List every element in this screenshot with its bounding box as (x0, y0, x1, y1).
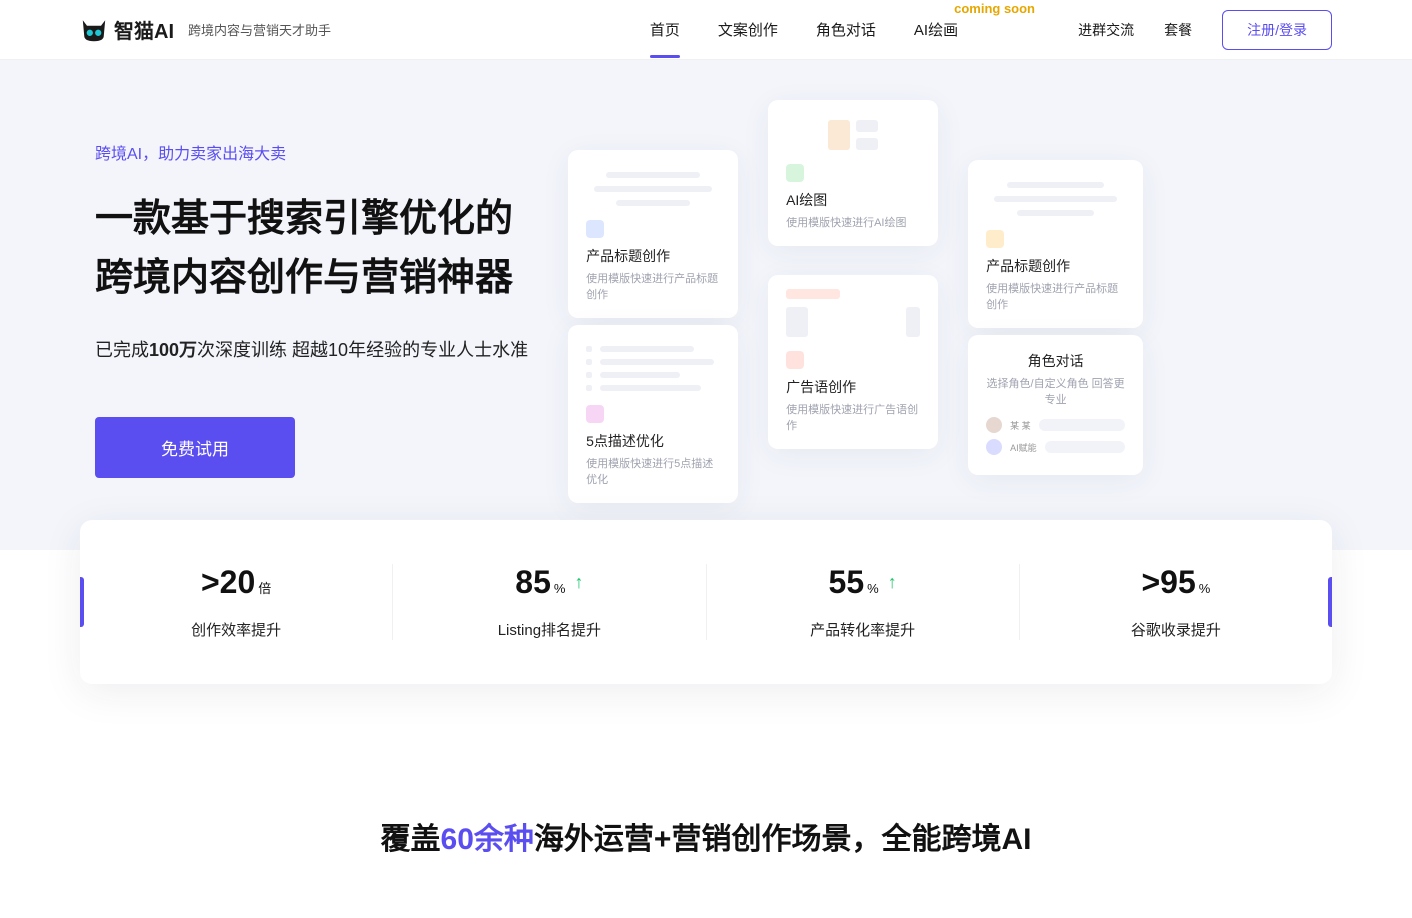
stat-number: 55 (829, 564, 865, 601)
hero-heading-line1: 一款基于搜索引擎优化的 (95, 198, 513, 240)
arrow-up-icon: ↑ (888, 572, 897, 593)
chat-row-user: 某 某 (986, 417, 1125, 433)
hero-left: 跨境AI，助力卖家出海大卖 一款基于搜索引擎优化的 跨境内容创作与营销神器 已完… (95, 140, 528, 490)
doc-icon (586, 220, 604, 238)
card-role-chat[interactable]: 角色对话 选择角色/自定义角色 回答更专业 某 某 AI赋能 (968, 335, 1143, 475)
stat-label: 谷歌收录提升 (1020, 619, 1332, 640)
brand-wrap: 智猫AI 跨境内容与营销天才助手 (80, 15, 331, 44)
free-trial-button[interactable]: 免费试用 (95, 417, 295, 478)
stat-unit: % (867, 581, 879, 596)
nav-home[interactable]: 首页 (650, 19, 680, 40)
hero-section: 跨境AI，助力卖家出海大卖 一款基于搜索引擎优化的 跨境内容创作与营销神器 已完… (0, 60, 1412, 550)
stat-unit: 倍 (258, 578, 271, 597)
card-title: 角色对话 (986, 351, 1125, 371)
card-product-title-1[interactable]: 产品标题创作 使用模版快速进行产品标题创作 (568, 150, 738, 318)
nav-roleplay[interactable]: 角色对话 (816, 19, 876, 40)
stat-label: Listing排名提升 (393, 619, 705, 640)
hero-eyebrow: 跨境AI，助力卖家出海大卖 (95, 140, 528, 164)
scenarios-heading: 覆盖60余种海外运营+营销创作场景，全能跨境AI (0, 814, 1412, 858)
nav-ai-draw[interactable]: AI绘画 coming soon (914, 19, 958, 40)
skeleton-lines (586, 172, 720, 206)
login-button[interactable]: 注册/登录 (1222, 10, 1332, 50)
chat-ai-label: AI赋能 (1010, 441, 1037, 454)
chat-user-label: 某 某 (1010, 419, 1031, 432)
card-ad-copy[interactable]: 广告语创作 使用模版快速进行广告语创作 (768, 275, 938, 449)
hero-sub-suffix: 次深度训练 超越10年经验的专业人士水准 (197, 340, 528, 360)
stat-prefix: > (1141, 564, 1160, 600)
chat-row-ai: AI赋能 (986, 439, 1125, 455)
stat-prefix: > (201, 564, 220, 600)
stat-number: 85 (515, 564, 551, 601)
hero-heading-line2: 跨境内容创作与营销神器 (95, 257, 513, 299)
cat-icon (80, 16, 108, 44)
stats-panel: >20 倍 创作效率提升 85 % ↑ Listing排名提升 55 % ↑ 产… (80, 520, 1332, 684)
nav-copywriting[interactable]: 文案创作 (718, 19, 778, 40)
card-title: AI绘图 (786, 190, 920, 210)
hero-sub-bold: 100万 (149, 340, 197, 360)
hero-sub-prefix: 已完成 (95, 340, 149, 360)
robot-icon (986, 439, 1002, 455)
main-nav: 首页 文案创作 角色对话 AI绘画 coming soon (650, 19, 958, 40)
list-icon (586, 405, 604, 423)
stat-unit: % (554, 581, 566, 596)
scenarios-section: 覆盖60余种海外运营+营销创作场景，全能跨境AI (0, 684, 1412, 918)
s2-highlight: 60余种 (441, 823, 534, 856)
card-sub: 使用模版快速进行5点描述优化 (586, 455, 720, 487)
brand-logo[interactable]: 智猫AI (80, 15, 174, 44)
stat-unit: % (1199, 581, 1211, 596)
stat-efficiency: >20 倍 创作效率提升 (80, 564, 392, 640)
link-pricing[interactable]: 套餐 (1164, 20, 1192, 40)
skeleton-grid (786, 120, 920, 150)
stat-label: 创作效率提升 (80, 619, 392, 640)
link-join-group[interactable]: 进群交流 (1078, 20, 1134, 40)
brand-name: 智猫AI (114, 15, 174, 44)
hero-subtext: 已完成100万次深度训练 超越10年经验的专业人士水准 (95, 336, 528, 362)
stat-number: 20 (220, 564, 256, 600)
stat-conversion: 55 % ↑ 产品转化率提升 (706, 564, 1019, 640)
skeleton-layout (786, 289, 920, 337)
card-sub: 使用模版快速进行产品标题创作 (586, 270, 720, 302)
card-sub: 使用模版快速进行AI绘图 (786, 214, 920, 230)
card-sub: 选择角色/自定义角色 回答更专业 (986, 375, 1125, 407)
s2-post: 海外运营+营销创作场景，全能跨境AI (534, 823, 1032, 856)
megaphone-icon (786, 351, 804, 369)
coming-soon-badge: coming soon (954, 1, 1035, 16)
s2-pre: 覆盖 (381, 823, 441, 856)
right-nav: 进群交流 套餐 注册/登录 (1078, 10, 1332, 50)
skeleton-list (586, 346, 720, 391)
arrow-up-icon: ↑ (574, 572, 583, 593)
avatar-icon (986, 417, 1002, 433)
hero-heading: 一款基于搜索引擎优化的 跨境内容创作与营销神器 (95, 190, 528, 308)
card-title: 广告语创作 (786, 377, 920, 397)
card-title: 产品标题创作 (586, 246, 720, 266)
card-ai-draw[interactable]: AI绘图 使用模版快速进行AI绘图 (768, 100, 938, 246)
card-product-title-2[interactable]: 产品标题创作 使用模版快速进行产品标题创作 (968, 160, 1143, 328)
nav-ai-draw-label: AI绘画 (914, 22, 958, 39)
brand-tagline: 跨境内容与营销天才助手 (188, 20, 331, 39)
card-title: 5点描述优化 (586, 431, 720, 451)
stat-number: 95 (1160, 564, 1196, 600)
stat-google-index: >95 % 谷歌收录提升 (1019, 564, 1332, 640)
card-5point-optimize[interactable]: 5点描述优化 使用模版快速进行5点描述优化 (568, 325, 738, 503)
stat-label: 产品转化率提升 (707, 619, 1019, 640)
hero-cards: 产品标题创作 使用模版快速进行产品标题创作 5点描述优化 使用模版快速进行5点描… (568, 140, 1312, 490)
stat-listing-rank: 85 % ↑ Listing排名提升 (392, 564, 705, 640)
card-title: 产品标题创作 (986, 256, 1125, 276)
card-sub: 使用模版快速进行产品标题创作 (986, 280, 1125, 312)
doc-icon (986, 230, 1004, 248)
card-sub: 使用模版快速进行广告语创作 (786, 401, 920, 433)
skeleton-lines (986, 182, 1125, 216)
image-icon (786, 164, 804, 182)
header: 智猫AI 跨境内容与营销天才助手 首页 文案创作 角色对话 AI绘画 comin… (0, 0, 1412, 60)
